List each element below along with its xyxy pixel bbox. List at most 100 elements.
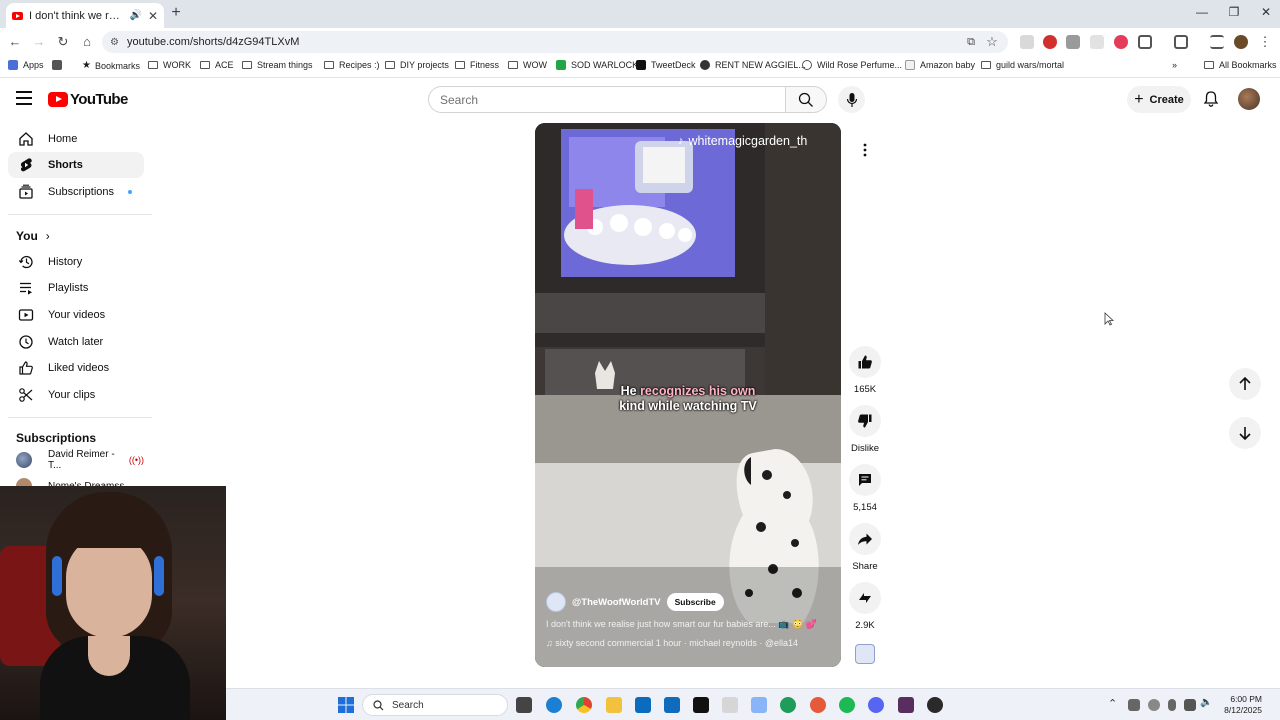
- search-button[interactable]: [785, 86, 827, 113]
- windows-start-icon[interactable]: [338, 697, 354, 713]
- remix-button[interactable]: [849, 582, 881, 614]
- browser-tab-active[interactable]: I don't think we realise just how smart …: [6, 3, 164, 28]
- snipping-tool-icon[interactable]: [722, 697, 738, 713]
- browser-menu-icon[interactable]: ⋮: [1256, 33, 1274, 51]
- sidebar-item-your-videos[interactable]: Your videos: [8, 302, 144, 328]
- dislike-button[interactable]: [849, 405, 881, 437]
- bookmark-folder-stream[interactable]: Stream things: [242, 60, 313, 70]
- tab-search-icon[interactable]: [1174, 35, 1188, 49]
- spotify-icon[interactable]: [839, 697, 855, 713]
- bookmarks-overflow-icon[interactable]: »: [1172, 60, 1177, 70]
- video-description[interactable]: I don't think we realise just how smart …: [546, 619, 836, 630]
- forward-arrow-icon[interactable]: →: [30, 33, 48, 51]
- sound-thumbnail-icon[interactable]: [855, 644, 875, 664]
- bookmark-apps[interactable]: Apps: [8, 60, 44, 70]
- profile-icon[interactable]: [1234, 35, 1248, 49]
- sidebar-item-shorts[interactable]: Shorts: [8, 152, 144, 178]
- extension-icon[interactable]: [1020, 35, 1034, 49]
- app-green-icon[interactable]: [780, 697, 796, 713]
- notifications-bell-icon[interactable]: [1202, 90, 1220, 108]
- sidebar-you-heading[interactable]: You ›: [16, 229, 50, 243]
- bookmark-star-icon[interactable]: ☆: [983, 33, 1001, 51]
- back-arrow-icon[interactable]: ←: [6, 33, 24, 51]
- chrome-icon[interactable]: [576, 697, 592, 713]
- bookmark-tweetdeck[interactable]: TweetDeck: [636, 60, 696, 70]
- next-short-button[interactable]: [1229, 417, 1261, 449]
- sidebar-item-liked-videos[interactable]: Liked videos: [8, 355, 144, 381]
- onedrive-icon[interactable]: [1148, 699, 1160, 711]
- home-browser-icon[interactable]: ⌂: [78, 33, 96, 51]
- channel-handle[interactable]: @TheWoofWorldTV: [572, 597, 661, 608]
- sidebar-item-home[interactable]: Home: [8, 126, 144, 152]
- channel-avatar[interactable]: [546, 592, 566, 612]
- bookmark-folder-recipes[interactable]: Recipes :): [324, 60, 380, 70]
- bookmark-grid[interactable]: [52, 60, 67, 70]
- bookmark-all-bookmarks[interactable]: All Bookmarks: [1204, 60, 1277, 70]
- tab-close-icon[interactable]: ✕: [148, 9, 158, 23]
- new-tab-button[interactable]: +: [169, 4, 183, 22]
- bookmark-folder-ace[interactable]: ACE: [200, 60, 234, 70]
- bookmark-folder-diy[interactable]: DIY projects: [385, 60, 449, 70]
- bookmark-bookmarks[interactable]: ★ Bookmarks: [82, 60, 140, 71]
- extensions-puzzle-icon[interactable]: [1138, 35, 1152, 49]
- microphone-tray-icon[interactable]: [1168, 699, 1176, 711]
- taskbar-clock[interactable]: 6:00 PM 8/12/2025: [1212, 694, 1262, 716]
- minimize-icon[interactable]: —: [1190, 5, 1214, 19]
- account-avatar[interactable]: [1238, 88, 1260, 110]
- bookmark-folder-fitness[interactable]: Fitness: [455, 60, 499, 70]
- edge-icon[interactable]: [546, 697, 562, 713]
- share-button[interactable]: [849, 523, 881, 555]
- bookmark-guild-wars[interactable]: guild wars/mortal: [981, 60, 1064, 70]
- extension-grey-icon[interactable]: [1090, 35, 1104, 49]
- close-window-icon[interactable]: ✕: [1254, 5, 1278, 19]
- taskbar-search[interactable]: Search: [362, 694, 508, 716]
- sidebar-item-history[interactable]: History: [8, 249, 144, 275]
- obs-icon[interactable]: [927, 697, 943, 713]
- sidebar-item-playlists[interactable]: Playlists: [8, 275, 144, 301]
- install-app-icon[interactable]: ⧉: [962, 33, 980, 51]
- search-input[interactable]: Search: [428, 86, 786, 113]
- hamburger-menu-icon[interactable]: [16, 91, 32, 105]
- extension-red-icon[interactable]: [1114, 35, 1128, 49]
- subscription-item[interactable]: David Reimer - T... ((•)): [8, 447, 144, 473]
- voice-search-button[interactable]: [838, 86, 865, 113]
- tray-app-icon[interactable]: [1128, 699, 1140, 711]
- restore-icon[interactable]: ❐: [1222, 5, 1246, 19]
- sidebar-item-watch-later[interactable]: Watch later: [8, 329, 144, 355]
- more-options-button[interactable]: [849, 134, 881, 166]
- reload-icon[interactable]: ↻: [54, 33, 72, 51]
- sidebar-item-your-clips[interactable]: Your clips: [8, 382, 144, 408]
- game-icon[interactable]: [898, 697, 914, 713]
- youtube-logo[interactable]: YouTube: [48, 91, 128, 108]
- network-icon[interactable]: [1184, 699, 1196, 711]
- bookmark-rent[interactable]: RENT NEW AGGIEL...: [700, 60, 806, 70]
- media-controls-icon[interactable]: [1210, 35, 1224, 49]
- comments-button[interactable]: [849, 464, 881, 496]
- create-button[interactable]: + Create: [1127, 86, 1191, 113]
- bookmark-sod-warlock[interactable]: SOD WARLOCK: [556, 60, 638, 70]
- speaker-icon[interactable]: 🔊: [129, 10, 141, 21]
- discord-icon[interactable]: [868, 697, 884, 713]
- sidebar-item-subscriptions[interactable]: Subscriptions: [8, 179, 144, 205]
- tray-overflow-icon[interactable]: ⌃: [1108, 697, 1117, 710]
- file-explorer-icon[interactable]: [606, 697, 622, 713]
- previous-short-button[interactable]: [1229, 368, 1261, 400]
- url-bar[interactable]: ⚙ youtube.com/shorts/d4zG94TLXvM: [102, 31, 1008, 53]
- subscribe-button[interactable]: Subscribe: [666, 593, 724, 611]
- app-icon[interactable]: [751, 697, 767, 713]
- app-red-icon[interactable]: [810, 697, 826, 713]
- bookmark-folder-wow[interactable]: WOW: [508, 60, 547, 70]
- volume-icon[interactable]: 🔈: [1200, 697, 1212, 708]
- like-button[interactable]: [849, 346, 881, 378]
- extension-adblock-icon[interactable]: [1043, 35, 1057, 49]
- extension-a-icon[interactable]: [1066, 35, 1080, 49]
- outlook-icon[interactable]: [664, 697, 680, 713]
- store-icon[interactable]: [635, 697, 651, 713]
- bookmark-folder-work[interactable]: WORK: [148, 60, 191, 70]
- bookmark-wild-rose[interactable]: Wild Rose Perfume...: [802, 60, 902, 70]
- task-view-icon[interactable]: [516, 697, 532, 713]
- bookmark-amazon-baby[interactable]: Amazon baby: [905, 60, 975, 70]
- sound-attribution[interactable]: ♫ sixty second commercial 1 hour · micha…: [546, 638, 798, 648]
- site-info-icon[interactable]: ⚙: [110, 37, 119, 48]
- x-app-icon[interactable]: [693, 697, 709, 713]
